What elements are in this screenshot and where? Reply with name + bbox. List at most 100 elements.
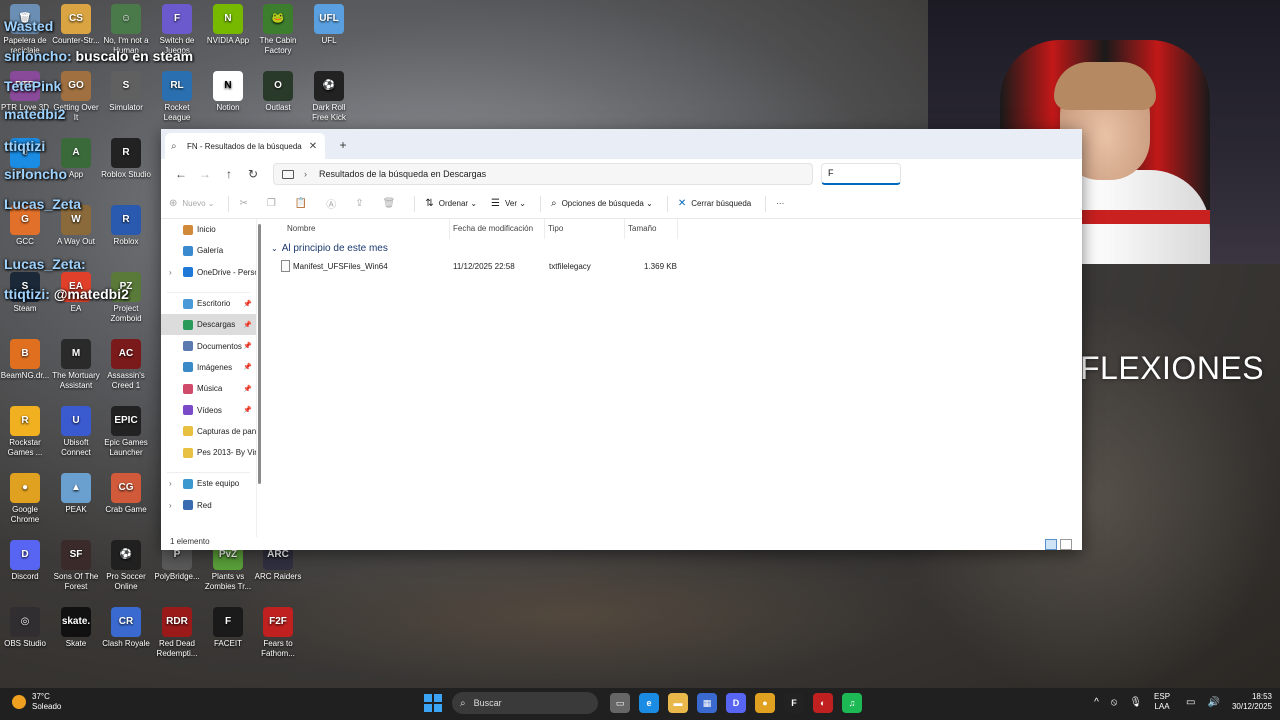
desktop-icon[interactable]: G GCC bbox=[0, 205, 50, 257]
chevron-right-icon[interactable]: › bbox=[169, 268, 172, 277]
weather-widget[interactable]: 37°C Soleado bbox=[12, 692, 61, 712]
nav-item[interactable]: Vídeos 📌 bbox=[161, 399, 256, 420]
view-button[interactable]: ☰ Ver ⌄ bbox=[491, 198, 526, 209]
column-divider[interactable] bbox=[449, 219, 450, 239]
desktop-icon[interactable]: WA Way Out bbox=[51, 205, 101, 257]
chrome-icon[interactable]: ● bbox=[755, 693, 775, 713]
desktop-icon[interactable]: S Simulator bbox=[101, 71, 151, 123]
nav-item[interactable]: Capturas de pantalla bbox=[161, 421, 256, 442]
nav-item[interactable]: › OneDrive - Personal bbox=[161, 262, 256, 283]
delete-button[interactable]: 🗑 bbox=[383, 198, 401, 209]
file-explorer-window[interactable]: ⌕ FN - Resultados de la búsqueda ✕ + ← →… bbox=[161, 129, 1082, 550]
desktop-icon[interactable]: ● Google Chrome bbox=[0, 473, 50, 525]
nav-item[interactable]: Descargas 📌 bbox=[161, 314, 256, 336]
chevron-right-icon[interactable]: › bbox=[169, 501, 172, 510]
desktop-icon[interactable]: U Ubisoft Connect bbox=[51, 406, 101, 458]
nav-item[interactable]: › Este equipo bbox=[161, 473, 256, 494]
task-view-icon[interactable]: ▭ bbox=[610, 693, 630, 713]
network-off-icon[interactable]: ⦸ bbox=[1111, 697, 1118, 708]
close-tab-icon[interactable]: ✕ bbox=[307, 141, 319, 152]
microphone-icon[interactable]: 🎙 bbox=[1129, 697, 1142, 708]
up-button[interactable]: ↑ bbox=[217, 163, 241, 185]
desktop-icon[interactable]: EPIC Epic Games Launcher bbox=[101, 406, 151, 458]
desktop-icon[interactable]: SF Sons Of The Forest bbox=[51, 540, 101, 592]
share-button[interactable]: ⇪ bbox=[355, 198, 368, 209]
desktop-icon[interactable]: CR Clash Royale bbox=[101, 607, 151, 659]
new-button[interactable]: ⊕ Nuevo ⌄ bbox=[169, 198, 214, 209]
sort-button[interactable]: ⇅ Ordenar ⌄ bbox=[425, 198, 477, 209]
desktop-icon[interactable]: 🐸 The Cabin Factory bbox=[253, 4, 303, 56]
navigation-scrollbar[interactable] bbox=[258, 224, 261, 484]
column-divider[interactable] bbox=[624, 219, 625, 239]
group-header[interactable]: ⌄ Al principio de este mes bbox=[271, 243, 388, 254]
nav-item[interactable]: Imágenes 📌 bbox=[161, 357, 256, 378]
column-header-size[interactable]: Tamaño bbox=[628, 224, 656, 233]
tiles-view-button[interactable] bbox=[1060, 539, 1072, 550]
column-divider[interactable] bbox=[544, 219, 545, 239]
faceit-icon[interactable]: F bbox=[784, 693, 804, 713]
back-button[interactable]: ← bbox=[169, 163, 193, 185]
column-divider[interactable] bbox=[677, 219, 678, 239]
desktop-icon[interactable]: skate. Skate bbox=[51, 607, 101, 659]
nav-item[interactable]: Galería bbox=[161, 240, 256, 261]
nav-item[interactable]: › Red bbox=[161, 495, 256, 516]
desktop-icon[interactable]: R Roblox bbox=[101, 205, 151, 257]
desktop-icon[interactable]: RL Rocket League bbox=[152, 71, 202, 123]
title-bar[interactable]: ⌕ FN - Resultados de la búsqueda ✕ + bbox=[161, 129, 1082, 159]
details-view-button[interactable] bbox=[1045, 539, 1057, 550]
address-bar[interactable]: › Resultados de la búsqueda en Descargas bbox=[273, 163, 813, 185]
column-header-type[interactable]: Tipo bbox=[548, 224, 563, 233]
app-red-icon[interactable]: ◐ bbox=[813, 693, 833, 713]
desktop-icon[interactable]: ⚽ Pro Soccer Online bbox=[101, 540, 151, 592]
search-options-button[interactable]: ⌕ Opciones de búsqueda ⌄ bbox=[551, 198, 653, 209]
desktop-icon[interactable]: AC Assassin's Creed 1 bbox=[101, 339, 151, 391]
desktop-icon[interactable]: A App bbox=[51, 138, 101, 190]
desktop-icon[interactable]: R Rockstar Games ... bbox=[0, 406, 50, 458]
nav-item[interactable]: Pes 2013- By Vince bbox=[161, 442, 256, 463]
explorer-tab[interactable]: ⌕ FN - Resultados de la búsqueda ✕ bbox=[165, 133, 325, 159]
nav-item[interactable]: Inicio bbox=[161, 219, 256, 240]
nav-item[interactable]: Música 📌 bbox=[161, 378, 256, 399]
volume-icon[interactable]: 🔊 bbox=[1208, 697, 1220, 708]
forward-button[interactable]: → bbox=[193, 163, 217, 185]
nav-item[interactable]: Documentos 📌 bbox=[161, 335, 256, 356]
desktop-icon[interactable]: N Notion bbox=[203, 71, 253, 123]
clock[interactable]: 18:53 30/12/2025 bbox=[1232, 692, 1272, 712]
paste-button[interactable]: 📋 bbox=[295, 198, 312, 209]
more-options-button[interactable]: ··· bbox=[776, 199, 784, 208]
display-icon[interactable]: ▭ bbox=[1186, 697, 1195, 708]
desktop-icon[interactable]: D Discord bbox=[0, 540, 50, 592]
close-search-button[interactable]: ✕ Cerrar búsqueda bbox=[678, 198, 751, 209]
desktop-icon[interactable]: B BeamNG.dr... bbox=[0, 339, 50, 391]
file-explorer-icon[interactable]: ▬ bbox=[668, 693, 688, 713]
column-header-name[interactable]: Nombre bbox=[287, 224, 315, 233]
copy-button[interactable]: ❐ bbox=[267, 198, 281, 209]
language-indicator[interactable]: ESP LAA bbox=[1154, 692, 1170, 712]
search-input[interactable]: F bbox=[821, 163, 901, 185]
desktop-icon[interactable]: N NVIDIA App bbox=[203, 4, 253, 56]
taskbar-search[interactable]: ⌕ Buscar bbox=[452, 692, 598, 714]
start-button[interactable] bbox=[424, 694, 442, 712]
desktop-icon[interactable]: ◎ OBS Studio bbox=[0, 607, 50, 659]
desktop-icon[interactable]: F FACEIT bbox=[203, 607, 253, 659]
desktop-icon[interactable]: F2F Fears to Fathom... bbox=[253, 607, 303, 659]
spotify-icon[interactable]: ♫ bbox=[842, 693, 862, 713]
chevron-up-icon[interactable]: ^ bbox=[1094, 697, 1099, 708]
cut-button[interactable]: ✂ bbox=[239, 198, 252, 209]
desktop-icon[interactable]: ▲ PEAK bbox=[51, 473, 101, 525]
refresh-button[interactable]: ↻ bbox=[241, 163, 265, 185]
column-header-date[interactable]: Fecha de modificación bbox=[453, 224, 533, 233]
desktop-icon[interactable]: UFL UFL bbox=[304, 4, 354, 56]
desktop-icon[interactable]: O Outlast bbox=[253, 71, 303, 123]
nav-item[interactable]: Escritorio 📌 bbox=[161, 293, 256, 314]
desktop-icon[interactable]: RDR Red Dead Redempti... bbox=[152, 607, 202, 659]
desktop-icon[interactable]: M The Mortuary Assistant bbox=[51, 339, 101, 391]
desktop-icon[interactable]: CG Crab Game bbox=[101, 473, 151, 525]
file-row[interactable]: Manifest_UFSFiles_Win64 11/12/2025 22:58… bbox=[277, 260, 697, 274]
desktop-icon[interactable]: ⚽ Dark Roll Free Kick Challe... bbox=[304, 71, 354, 123]
store-icon[interactable]: ▦ bbox=[697, 693, 717, 713]
edge-icon[interactable]: e bbox=[639, 693, 659, 713]
desktop-icon[interactable]: R Roblox Studio bbox=[101, 138, 151, 190]
chevron-right-icon[interactable]: › bbox=[169, 479, 172, 488]
rename-button[interactable]: Ⓐ bbox=[326, 196, 341, 211]
